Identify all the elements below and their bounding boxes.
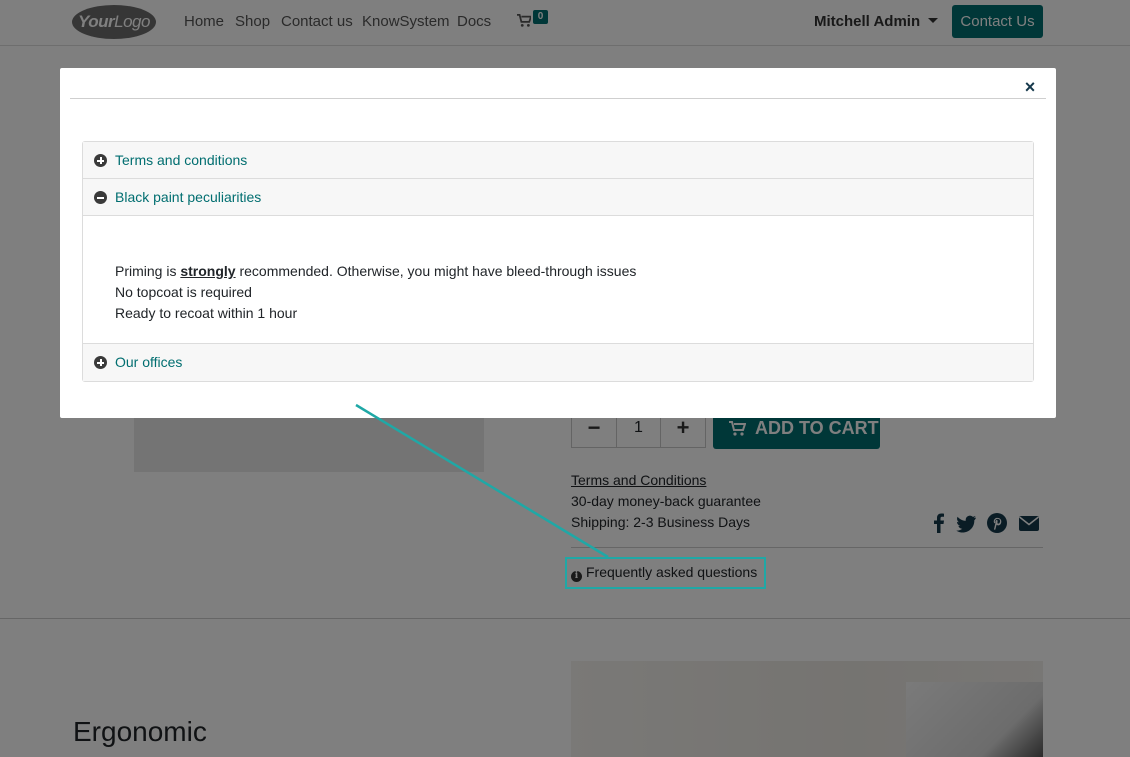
tour-highlight-box bbox=[565, 557, 766, 589]
faq-accordion: Terms and conditions Black paint peculia… bbox=[82, 141, 1034, 382]
plus-circle-icon bbox=[94, 154, 107, 167]
accordion-item-terms[interactable]: Terms and conditions bbox=[83, 142, 1033, 179]
faq-modal: × Terms and conditions Black paint pecul… bbox=[60, 68, 1056, 418]
close-icon[interactable]: × bbox=[1022, 78, 1038, 96]
accordion-item-offices[interactable]: Our offices bbox=[83, 344, 1033, 381]
panel-line: Priming is strongly recommended. Otherwi… bbox=[115, 263, 637, 279]
minus-circle-icon bbox=[94, 191, 107, 204]
panel-line: Ready to recoat within 1 hour bbox=[115, 305, 298, 321]
panel-line: No topcoat is required bbox=[115, 284, 252, 300]
accordion-label: Black paint peculiarities bbox=[115, 189, 262, 205]
accordion-label: Terms and conditions bbox=[115, 152, 248, 168]
plus-circle-icon bbox=[94, 356, 107, 369]
accordion-item-black-paint[interactable]: Black paint peculiarities bbox=[83, 179, 1033, 216]
accordion-panel-black-paint: Priming is strongly recommended. Otherwi… bbox=[83, 216, 1033, 344]
emphasis-text: strongly bbox=[180, 263, 236, 279]
modal-header-divider bbox=[70, 98, 1046, 99]
accordion-label: Our offices bbox=[115, 354, 183, 370]
